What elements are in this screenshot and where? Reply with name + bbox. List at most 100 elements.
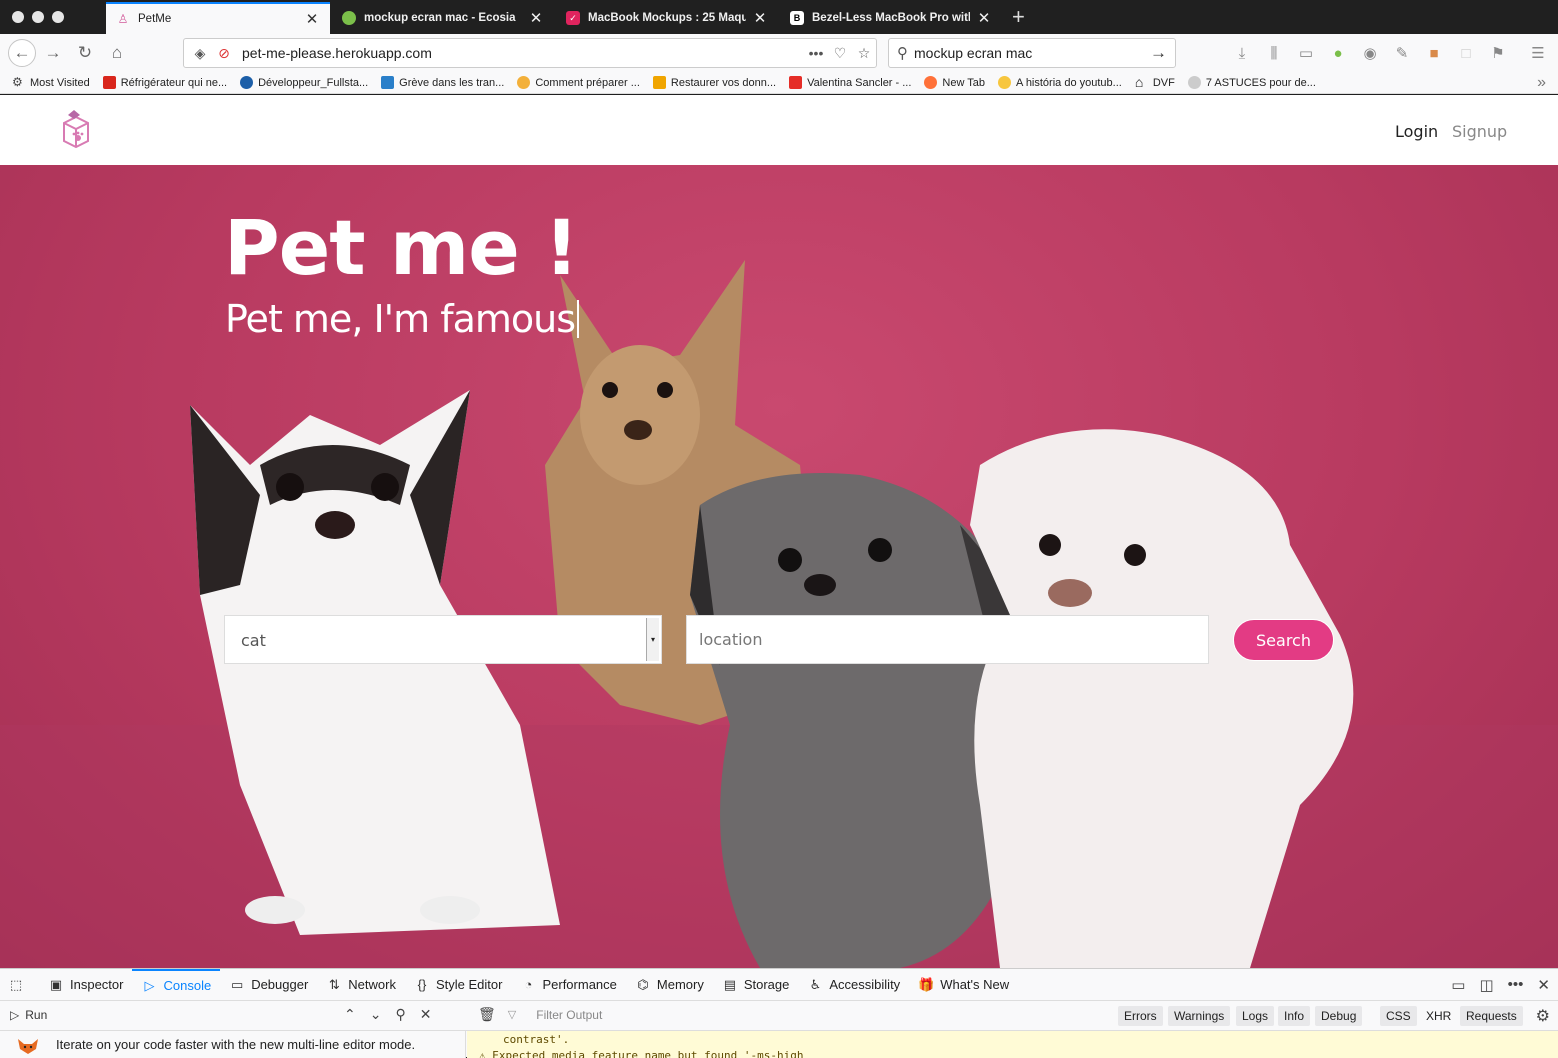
petme-favicon-icon: ♙ bbox=[117, 12, 129, 26]
console-body: Iterate on your code faster with the new… bbox=[0, 1031, 1558, 1058]
eyedropper-icon[interactable]: ✎ bbox=[1392, 43, 1412, 63]
tab-petme[interactable]: ♙ PetMe ✕ bbox=[106, 2, 330, 34]
but-favicon-icon bbox=[102, 76, 116, 89]
run-button[interactable]: ▷ Run bbox=[10, 1008, 47, 1022]
pocket-icon[interactable]: ♡ bbox=[828, 45, 852, 62]
more-options-icon[interactable]: ••• bbox=[1508, 976, 1524, 994]
bookmark-item[interactable]: Réfrigérateur qui ne... bbox=[102, 76, 227, 89]
back-icon[interactable]: ← bbox=[8, 39, 36, 67]
bookmark-item[interactable]: ⚙ Most Visited bbox=[12, 76, 90, 89]
new-tab-icon[interactable]: + bbox=[1012, 4, 1025, 30]
tab-performance[interactable]: ◔ Performance bbox=[511, 969, 625, 1001]
account-icon[interactable]: ◉ bbox=[1360, 43, 1380, 63]
filter-css[interactable]: CSS bbox=[1380, 1006, 1417, 1026]
menu-hamburger-icon[interactable]: ☰ bbox=[1528, 43, 1548, 63]
filter-logs[interactable]: Logs bbox=[1236, 1006, 1275, 1026]
dock-icon[interactable]: ◫ bbox=[1479, 976, 1493, 994]
close-tab-icon[interactable]: ✕ bbox=[304, 10, 320, 28]
petme-logo-icon[interactable] bbox=[56, 107, 96, 149]
url-bar[interactable]: ◈ ⊘ pet-me-please.herokuapp.com ••• ♡ ☆ bbox=[183, 38, 877, 68]
hero-title: Pet me ! bbox=[224, 203, 579, 292]
tab-macbook-mockups[interactable]: ✓ MacBook Mockups : 25 Maquet ✕ bbox=[556, 2, 778, 34]
close-window-icon[interactable] bbox=[12, 11, 24, 23]
tab-accessibility[interactable]: ♿ Accessibility bbox=[798, 969, 909, 1001]
firefox-favicon-icon bbox=[924, 76, 938, 89]
search-button[interactable]: Search bbox=[1233, 619, 1334, 661]
tab-ecosia[interactable]: mockup ecran mac - Ecosia ✕ bbox=[332, 2, 554, 34]
search-icon[interactable]: ⚲ bbox=[395, 1006, 405, 1023]
filter-requests[interactable]: Requests bbox=[1460, 1006, 1523, 1026]
dropdown-arrow-icon[interactable]: ▾ bbox=[646, 618, 659, 661]
page-actions-icon[interactable]: ••• bbox=[804, 45, 828, 61]
tab-title: PetMe bbox=[138, 13, 172, 25]
close-tab-icon[interactable]: ✕ bbox=[752, 9, 768, 27]
tab-style-editor[interactable]: {} Style Editor bbox=[405, 969, 511, 1001]
console-icon: ▷ bbox=[144, 977, 155, 993]
bookmark-item[interactable]: New Tab bbox=[924, 76, 985, 89]
location-input[interactable] bbox=[686, 615, 1209, 664]
filter-debug[interactable]: Debug bbox=[1315, 1006, 1363, 1026]
bookmark-star-icon[interactable]: ☆ bbox=[852, 45, 876, 62]
home-icon[interactable]: ⌂ bbox=[106, 42, 128, 64]
bookmark-item[interactable]: Comment préparer ... bbox=[517, 76, 640, 89]
bookmark-item[interactable]: Valentina Sancler - ... bbox=[789, 76, 911, 89]
recipe-favicon-icon bbox=[517, 76, 531, 89]
close-editor-icon[interactable]: ✕ bbox=[420, 1006, 432, 1023]
bookmark-item[interactable]: Grève dans les tran... bbox=[381, 76, 504, 89]
search-query[interactable]: mockup ecran mac bbox=[914, 45, 1150, 61]
tab-bezel-less[interactable]: B Bezel-Less MacBook Pro with T ✕ bbox=[780, 2, 1002, 34]
tab-storage[interactable]: ▤ Storage bbox=[713, 969, 799, 1001]
url-text[interactable]: pet-me-please.herokuapp.com bbox=[242, 45, 804, 61]
settings-gear-icon[interactable]: ⚙ bbox=[1536, 1006, 1550, 1026]
tab-whats-new[interactable]: 🎁 What's New bbox=[909, 969, 1018, 1001]
bookmark-item[interactable]: A história do youtub... bbox=[998, 76, 1122, 89]
close-tab-icon[interactable]: ✕ bbox=[976, 9, 992, 27]
close-tab-icon[interactable]: ✕ bbox=[528, 9, 544, 27]
insecure-lock-icon[interactable]: ⊘ bbox=[212, 45, 236, 62]
animal-select[interactable]: cat ▾ bbox=[224, 615, 662, 664]
split-console-icon[interactable]: ▭ bbox=[1451, 976, 1465, 994]
downloads-icon[interactable]: ⤓ bbox=[1232, 43, 1252, 63]
filter-errors[interactable]: Errors bbox=[1118, 1006, 1163, 1026]
filter-xhr[interactable]: XHR bbox=[1420, 1006, 1457, 1026]
forward-icon[interactable]: → bbox=[42, 42, 64, 64]
search-go-icon[interactable]: → bbox=[1150, 43, 1167, 63]
reload-icon[interactable]: ↻ bbox=[74, 42, 96, 64]
chevron-down-icon[interactable]: ⌄ bbox=[370, 1006, 382, 1023]
minimize-window-icon[interactable] bbox=[32, 11, 44, 23]
filter-warnings[interactable]: Warnings bbox=[1168, 1006, 1231, 1026]
extension-ecosia-icon[interactable]: ● bbox=[1328, 43, 1348, 63]
chevron-up-icon[interactable]: ⌃ bbox=[344, 1006, 356, 1023]
element-picker-icon[interactable]: ⬚ bbox=[0, 969, 39, 1001]
extension-pin-icon[interactable]: ⚑ bbox=[1488, 43, 1508, 63]
bookmark-item[interactable]: 7 ASTUCES pour de... bbox=[1187, 76, 1316, 89]
tab-console[interactable]: ▷ Console bbox=[132, 968, 221, 1001]
tab-title: MacBook Mockups : 25 Maquet bbox=[588, 12, 746, 24]
tab-debugger[interactable]: ▭ Debugger bbox=[220, 969, 317, 1001]
tab-network[interactable]: ⇅ Network bbox=[317, 969, 405, 1001]
chevron-double-right-icon[interactable]: » bbox=[1537, 74, 1546, 92]
extension-metamask-icon[interactable]: ■ bbox=[1424, 43, 1444, 63]
sidebar-icon[interactable]: ▭ bbox=[1296, 43, 1316, 63]
tracking-shield-icon[interactable]: ◈ bbox=[188, 45, 212, 62]
behance-favicon-icon: B bbox=[790, 11, 804, 25]
filter-output-input[interactable]: Filter Output bbox=[536, 1008, 602, 1022]
signup-link[interactable]: Signup bbox=[1452, 122, 1507, 141]
login-link[interactable]: Login bbox=[1395, 122, 1438, 141]
tab-inspector[interactable]: ▣ Inspector bbox=[39, 969, 132, 1001]
search-bar[interactable]: ⚲ mockup ecran mac → bbox=[888, 38, 1176, 68]
performance-icon: ◔ bbox=[524, 977, 533, 992]
tab-memory[interactable]: ⌬ Memory bbox=[626, 969, 713, 1001]
maximize-window-icon[interactable] bbox=[52, 11, 64, 23]
bookmark-item[interactable]: Restaurer vos donn... bbox=[652, 76, 776, 89]
extension-blank-icon[interactable]: □ bbox=[1456, 43, 1476, 63]
close-devtools-icon[interactable]: ✕ bbox=[1537, 976, 1550, 994]
bookmark-item[interactable]: ⌂ DVF bbox=[1135, 75, 1175, 89]
filter-info[interactable]: Info bbox=[1278, 1006, 1311, 1026]
tab-strip: ♙ PetMe ✕ mockup ecran mac - Ecosia ✕ ✓ … bbox=[0, 0, 1558, 34]
window-controls[interactable] bbox=[12, 11, 64, 23]
trash-icon[interactable]: 🗑 bbox=[478, 1006, 496, 1023]
gift-icon: 🎁 bbox=[918, 976, 935, 992]
bookmark-item[interactable]: Développeur_Fullsta... bbox=[240, 76, 368, 89]
library-icon[interactable]: ⫼ bbox=[1264, 43, 1284, 63]
